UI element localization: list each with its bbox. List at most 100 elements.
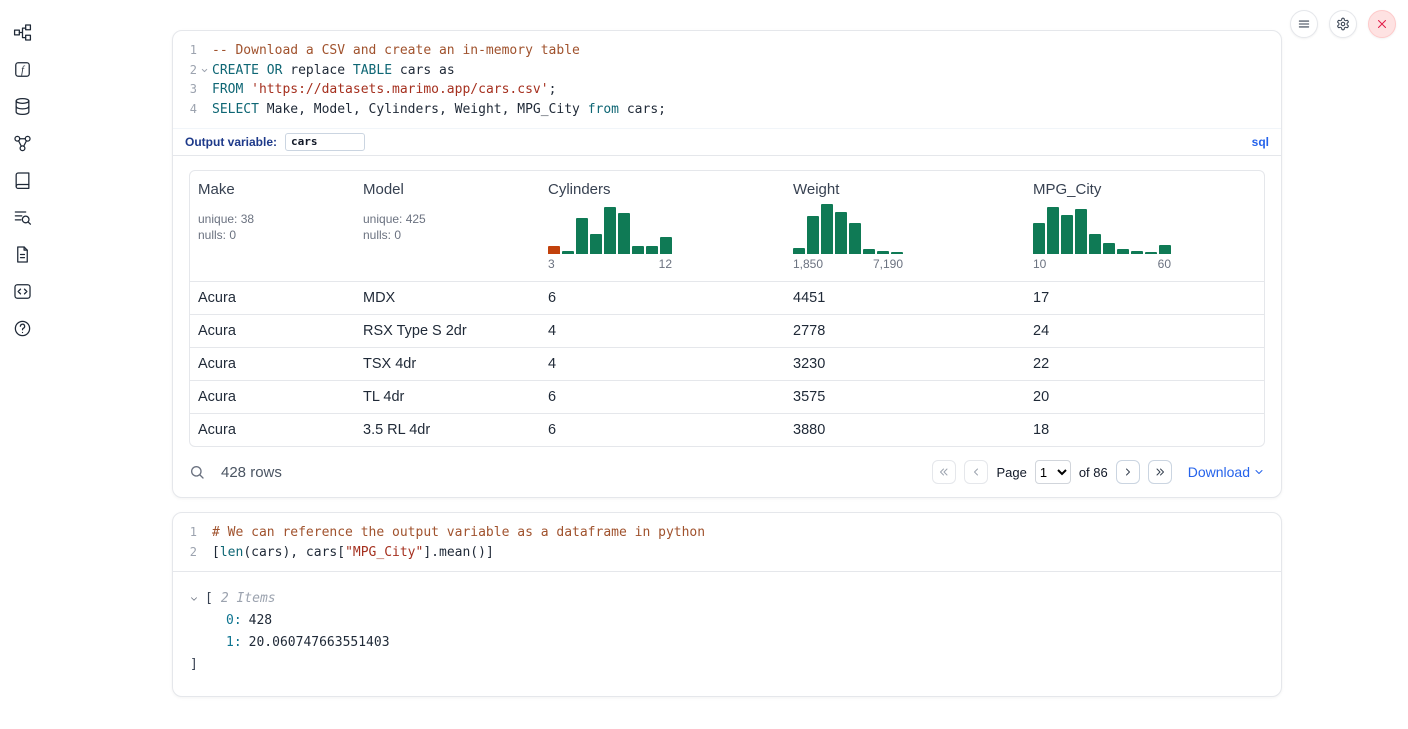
code-text: [len(cars), cars["MPG_City"].mean()] xyxy=(212,543,494,563)
fold-chevron-icon[interactable] xyxy=(197,61,212,81)
hist-bar xyxy=(1033,223,1045,254)
collapse-chevron-icon[interactable] xyxy=(189,594,205,604)
tree-entry: 1:20.060747663551403 xyxy=(189,632,1265,654)
prev-page-button[interactable] xyxy=(964,460,988,484)
table-cell: 2778 xyxy=(785,314,1025,347)
hist-bar xyxy=(891,252,903,254)
table-cell: 6 xyxy=(540,380,785,413)
scratchpad-icon[interactable]: f xyxy=(10,57,34,81)
hist-bar xyxy=(1089,234,1101,254)
table-cell: 4 xyxy=(540,314,785,347)
table-row[interactable]: AcuraTSX 4dr4323022 xyxy=(190,347,1264,380)
table-row[interactable]: AcuraRSX Type S 2dr4277824 xyxy=(190,314,1264,347)
hist-bar xyxy=(835,212,847,254)
hist-axis: 312 xyxy=(548,257,672,271)
code-line[interactable]: 4SELECT Make, Model, Cylinders, Weight, … xyxy=(173,100,1281,120)
hist-bar xyxy=(807,216,819,254)
tree-entry: 0:428 xyxy=(189,610,1265,632)
table-cell: 3230 xyxy=(785,347,1025,380)
table-cell: 18 xyxy=(1025,413,1264,446)
cylinders-histogram[interactable]: 312 xyxy=(548,204,672,271)
documentation-icon[interactable] xyxy=(10,242,34,266)
column-header-mpg_city[interactable]: MPG_City1060 xyxy=(1025,171,1264,282)
code-line[interactable]: 2CREATE OR replace TABLE cars as xyxy=(173,61,1281,81)
packages-icon[interactable] xyxy=(10,168,34,192)
table-row[interactable]: AcuraTL 4dr6357520 xyxy=(190,380,1264,413)
python-code-editor[interactable]: 1# We can reference the output variable … xyxy=(173,513,1281,570)
weight-histogram[interactable]: 1,8507,190 xyxy=(793,204,903,271)
column-stats: unique: 425nulls: 0 xyxy=(363,211,532,243)
window-controls xyxy=(1290,10,1396,38)
column-header-weight[interactable]: Weight 1,8507,190 xyxy=(785,171,1025,282)
file-tree-icon[interactable] xyxy=(10,20,34,44)
tree-root-line: [ 2 Items xyxy=(189,588,1265,610)
column-label: Cylinders xyxy=(548,181,777,198)
gutter-spacer xyxy=(197,80,212,100)
row-count: 428 rows xyxy=(221,464,282,481)
column-header-make[interactable]: Makeunique: 38nulls: 0 xyxy=(190,171,355,282)
output-variable-label: Output variable: xyxy=(185,135,277,149)
line-number: 2 xyxy=(173,61,197,81)
help-icon[interactable] xyxy=(10,316,34,340)
output-variable-row: Output variable: sql xyxy=(173,128,1281,156)
open-bracket: [ xyxy=(205,588,213,610)
line-number: 3 xyxy=(173,80,197,100)
last-page-button[interactable] xyxy=(1148,460,1172,484)
code-line[interactable]: 1-- Download a CSV and create an in-memo… xyxy=(173,41,1281,61)
sql-code-editor[interactable]: 1-- Download a CSV and create an in-memo… xyxy=(173,31,1281,128)
search-icon[interactable] xyxy=(189,464,205,480)
table-cell: TL 4dr xyxy=(355,380,540,413)
first-page-button[interactable] xyxy=(932,460,956,484)
tree-close-line: ] xyxy=(189,654,1265,676)
datasources-icon[interactable] xyxy=(10,94,34,118)
page-total-label: of 86 xyxy=(1079,465,1108,480)
gutter-spacer xyxy=(197,100,212,120)
table-cell: 22 xyxy=(1025,347,1264,380)
tree-value: 428 xyxy=(249,613,272,628)
hist-axis: 1,8507,190 xyxy=(793,257,903,271)
tree-entries: 0:4281:20.060747663551403 xyxy=(189,610,1265,654)
column-header-cylinders[interactable]: Cylinders 312 xyxy=(540,171,785,282)
logs-icon[interactable] xyxy=(10,205,34,229)
line-number: 1 xyxy=(173,523,197,543)
snippets-icon[interactable] xyxy=(10,279,34,303)
code-text: SELECT Make, Model, Cylinders, Weight, M… xyxy=(212,100,666,120)
close-icon[interactable] xyxy=(1368,10,1396,38)
chevron-down-icon xyxy=(1253,466,1265,478)
hist-bar xyxy=(604,207,616,254)
hist-bar xyxy=(576,218,588,254)
hist-bar xyxy=(646,246,658,254)
mpg-city-histogram[interactable]: 1060 xyxy=(1033,204,1171,271)
hist-bar xyxy=(1159,245,1171,254)
code-text: FROM 'https://datasets.marimo.app/cars.c… xyxy=(212,80,556,100)
dependency-graph-icon[interactable] xyxy=(10,131,34,155)
next-page-button[interactable] xyxy=(1116,460,1140,484)
table-cell: 17 xyxy=(1025,281,1264,314)
svg-text:f: f xyxy=(21,65,26,76)
line-number: 2 xyxy=(173,543,197,563)
hist-bar xyxy=(793,248,805,254)
table-cell: 20 xyxy=(1025,380,1264,413)
menu-icon[interactable] xyxy=(1290,10,1318,38)
hist-bar xyxy=(632,246,644,254)
page-select[interactable]: 1 xyxy=(1035,460,1071,484)
column-header-model[interactable]: Modelunique: 425nulls: 0 xyxy=(355,171,540,282)
tree-key: 1: xyxy=(226,635,242,650)
column-label: Weight xyxy=(793,181,1017,198)
output-variable-input[interactable] xyxy=(285,133,365,151)
table-row[interactable]: AcuraMDX6445117 xyxy=(190,281,1264,314)
hist-bar xyxy=(821,204,833,254)
settings-icon[interactable] xyxy=(1329,10,1357,38)
download-button[interactable]: Download xyxy=(1188,464,1265,480)
table-cell: 3880 xyxy=(785,413,1025,446)
table-row[interactable]: Acura3.5 RL 4dr6388018 xyxy=(190,413,1264,446)
code-line[interactable]: 3 FROM 'https://datasets.marimo.app/cars.… xyxy=(173,80,1281,100)
table-cell: Acura xyxy=(190,281,355,314)
hist-bar xyxy=(618,213,630,254)
hist-bar xyxy=(863,249,875,254)
hist-bar xyxy=(1075,209,1087,254)
code-line[interactable]: 2 [len(cars), cars["MPG_City"].mean()] xyxy=(173,543,1281,563)
table-cell: 24 xyxy=(1025,314,1264,347)
page-label: Page xyxy=(996,465,1026,480)
code-line[interactable]: 1# We can reference the output variable … xyxy=(173,523,1281,543)
